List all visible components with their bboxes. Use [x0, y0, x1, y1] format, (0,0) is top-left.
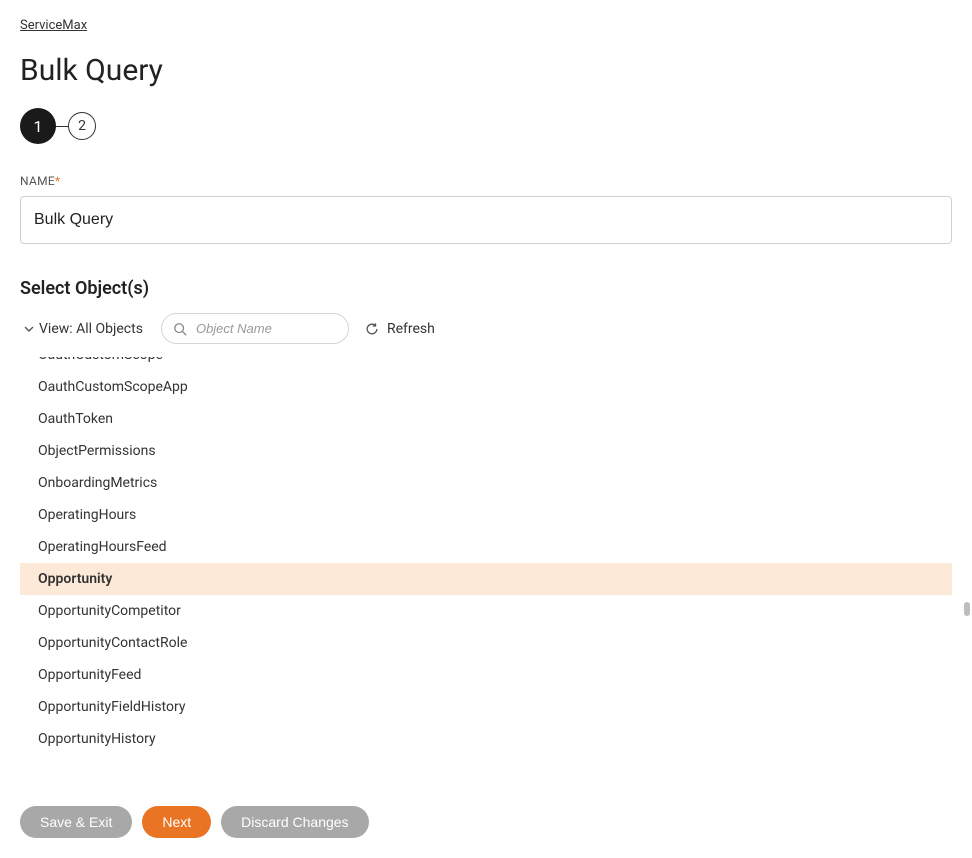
refresh-icon	[365, 322, 379, 336]
object-toolbar: View: All Objects Refresh	[0, 299, 972, 344]
object-list[interactable]: OauthCustomScopeOauthCustomScopeAppOauth…	[20, 356, 952, 756]
scrollbar-thumb[interactable]	[964, 602, 970, 616]
save-exit-button[interactable]: Save & Exit	[20, 806, 132, 838]
list-item[interactable]: OpportunityLineItem	[20, 755, 952, 756]
search-icon	[173, 322, 187, 336]
list-item[interactable]: OauthCustomScopeApp	[20, 371, 952, 403]
breadcrumb: ServiceMax	[0, 0, 972, 33]
next-button[interactable]: Next	[142, 806, 211, 838]
list-item[interactable]: ObjectPermissions	[20, 435, 952, 467]
breadcrumb-parent-link[interactable]: ServiceMax	[20, 18, 87, 33]
object-list-container: OauthCustomScopeOauthCustomScopeAppOauth…	[20, 356, 952, 756]
refresh-label: Refresh	[387, 321, 435, 337]
refresh-button[interactable]: Refresh	[365, 321, 435, 337]
search-wrap	[161, 313, 349, 344]
stepper: 1 2	[0, 88, 972, 144]
list-item[interactable]: OauthCustomScope	[20, 356, 952, 371]
list-item[interactable]: Opportunity	[20, 563, 952, 595]
list-item[interactable]: OpportunityCompetitor	[20, 595, 952, 627]
discard-changes-button[interactable]: Discard Changes	[221, 806, 368, 838]
list-item[interactable]: OperatingHoursFeed	[20, 531, 952, 563]
list-item[interactable]: OpportunityFieldHistory	[20, 691, 952, 723]
list-item[interactable]: OauthToken	[20, 403, 952, 435]
required-indicator: *	[55, 174, 60, 188]
list-item[interactable]: OpportunityHistory	[20, 723, 952, 755]
step-connector	[56, 126, 68, 127]
select-objects-title: Select Object(s)	[0, 244, 972, 299]
list-item[interactable]: OnboardingMetrics	[20, 467, 952, 499]
footer-actions: Save & Exit Next Discard Changes	[0, 790, 972, 858]
page-title: Bulk Query	[0, 33, 972, 88]
list-item[interactable]: OpportunityFeed	[20, 659, 952, 691]
list-item[interactable]: OperatingHours	[20, 499, 952, 531]
object-search-input[interactable]	[161, 313, 349, 344]
list-item[interactable]: OpportunityContactRole	[20, 627, 952, 659]
view-label: View: All Objects	[39, 321, 143, 337]
step-1[interactable]: 1	[20, 108, 56, 144]
name-input[interactable]	[20, 196, 952, 244]
step-2[interactable]: 2	[68, 112, 96, 140]
name-field-label: NAME*	[0, 144, 972, 188]
view-dropdown[interactable]: View: All Objects	[20, 317, 147, 341]
chevron-down-icon	[24, 324, 34, 334]
